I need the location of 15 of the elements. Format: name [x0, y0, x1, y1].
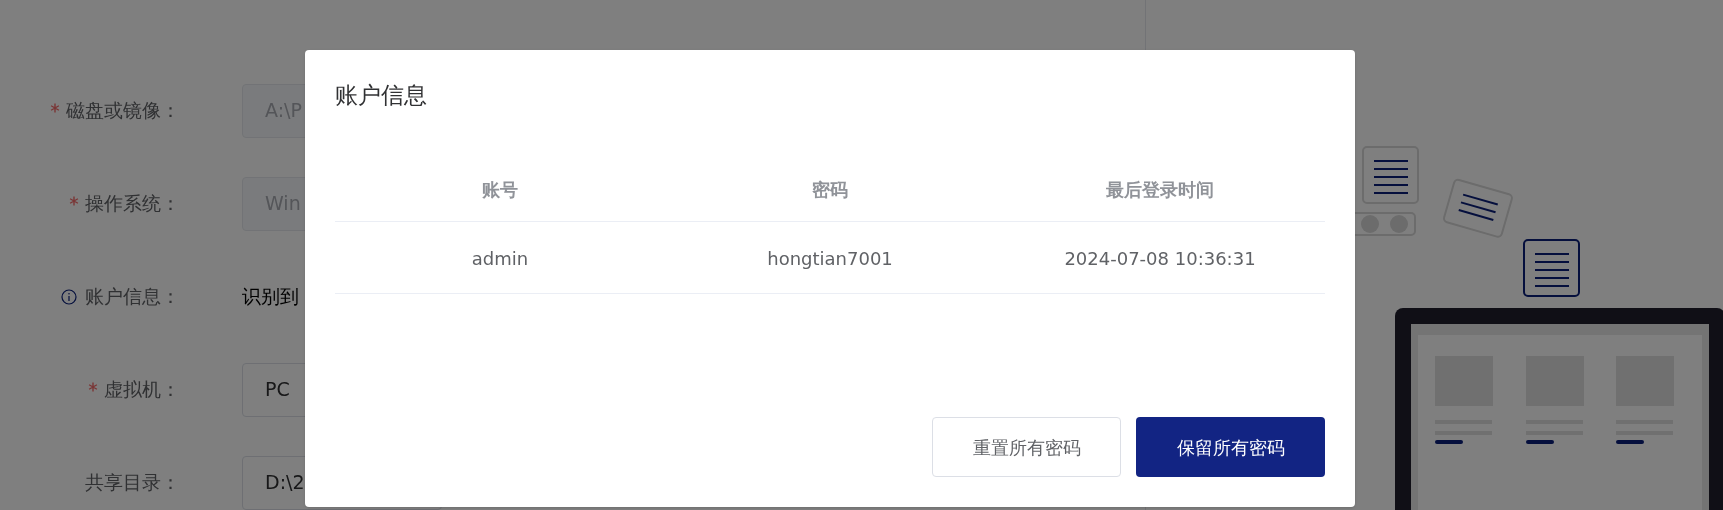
field-label: 虚拟机： — [104, 377, 180, 403]
table-cell-text: 2024-07-08 10:36:31 — [1064, 246, 1256, 271]
column-header: 密码 — [812, 177, 848, 202]
reset-button[interactable]: 重置所有密码 — [932, 417, 1121, 477]
field-label: 磁盘或镜像： — [66, 98, 180, 124]
table-cell-text: admin — [471, 246, 529, 271]
field-label: 账户信息： — [85, 284, 180, 310]
field-value: 识别到 — [242, 284, 299, 310]
table-cell-text: hongtian7001 — [767, 246, 893, 271]
save-button[interactable]: 保留所有密码 — [1136, 417, 1325, 477]
field-label: 操作系统： — [85, 191, 180, 217]
column-header: 最后登录时间 — [1106, 177, 1214, 202]
dialog-title: 账户信息 — [335, 81, 428, 110]
field-label: 共享目录： — [85, 470, 180, 496]
column-header: 账号 — [482, 177, 518, 202]
